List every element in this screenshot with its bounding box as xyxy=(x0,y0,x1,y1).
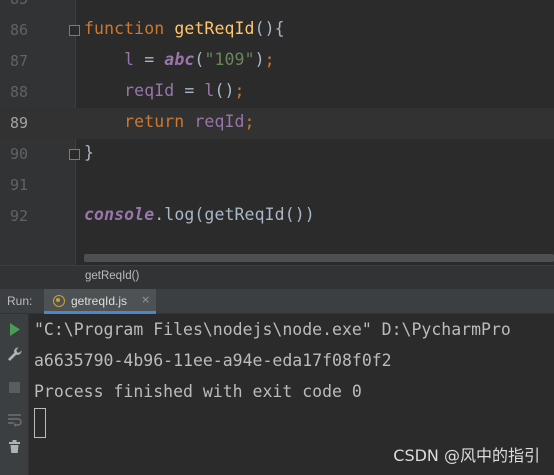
run-icon[interactable] xyxy=(5,320,24,339)
code-text: reqId = l(); xyxy=(84,81,245,100)
code-line[interactable]: 91 xyxy=(0,170,554,201)
line-number: 85 xyxy=(0,0,28,8)
console-line-output: a6635790-4b96-11ee-a94e-eda17f08f0f2 xyxy=(34,351,392,370)
code-editor[interactable]: 85 86 function getReqId(){ 87 l = abc("109"… xyxy=(0,0,554,265)
trash-icon[interactable] xyxy=(5,437,24,456)
watermark: CSDN @风中的指引 xyxy=(393,446,540,465)
breadcrumb[interactable]: getReqId() xyxy=(0,265,554,289)
soft-wrap-icon[interactable] xyxy=(5,410,24,429)
code-text: console.log(getReqId()) xyxy=(84,205,315,224)
tab-label: getreqId.js xyxy=(71,294,128,308)
code-text: l = abc("109"); xyxy=(84,50,275,69)
line-number: 88 xyxy=(9,83,28,101)
run-side-toolbar xyxy=(0,314,29,475)
code-text: function getReqId(){ xyxy=(84,19,285,38)
line-number: 87 xyxy=(9,52,28,70)
code-line[interactable]: 92 console.log(getReqId()) xyxy=(0,201,554,232)
console-line-command: "C:\Program Files\nodejs\node.exe" D:\Py… xyxy=(34,320,511,339)
breadcrumb-item-function[interactable]: getReqId() xyxy=(85,270,139,282)
code-line[interactable]: 90} xyxy=(0,139,554,170)
tab-run-configuration[interactable]: getreqId.js × xyxy=(44,289,156,314)
line-number: 86 xyxy=(9,21,28,39)
line-number: 89 xyxy=(9,114,28,132)
console-input-cursor[interactable] xyxy=(34,408,46,438)
horizontal-scrollbar[interactable] xyxy=(84,254,554,262)
code-line[interactable]: 86 function getReqId(){ xyxy=(0,15,554,46)
fold-marker-icon[interactable] xyxy=(69,25,80,36)
close-icon[interactable]: × xyxy=(141,293,150,306)
code-line[interactable]: 89 return reqId; xyxy=(0,108,554,139)
line-number: 91 xyxy=(9,176,28,194)
js-file-icon xyxy=(53,295,65,307)
code-line[interactable]: 87 l = abc("109"); xyxy=(0,46,554,77)
stop-icon[interactable] xyxy=(5,378,24,397)
fold-marker-icon[interactable] xyxy=(69,149,80,160)
run-tool-window-header: Run: getreqId.js × xyxy=(0,289,554,314)
console-line-exit-status: Process finished with exit code 0 xyxy=(34,382,362,401)
code-line[interactable]: 85 xyxy=(0,0,554,15)
wrench-icon[interactable] xyxy=(5,345,24,364)
code-text: } xyxy=(84,143,95,162)
code-line[interactable]: 88 reqId = l(); xyxy=(0,77,554,108)
run-label: Run: xyxy=(7,294,33,308)
line-number: 90 xyxy=(9,145,28,163)
code-text: return reqId; xyxy=(84,112,255,131)
line-number: 92 xyxy=(9,207,28,225)
